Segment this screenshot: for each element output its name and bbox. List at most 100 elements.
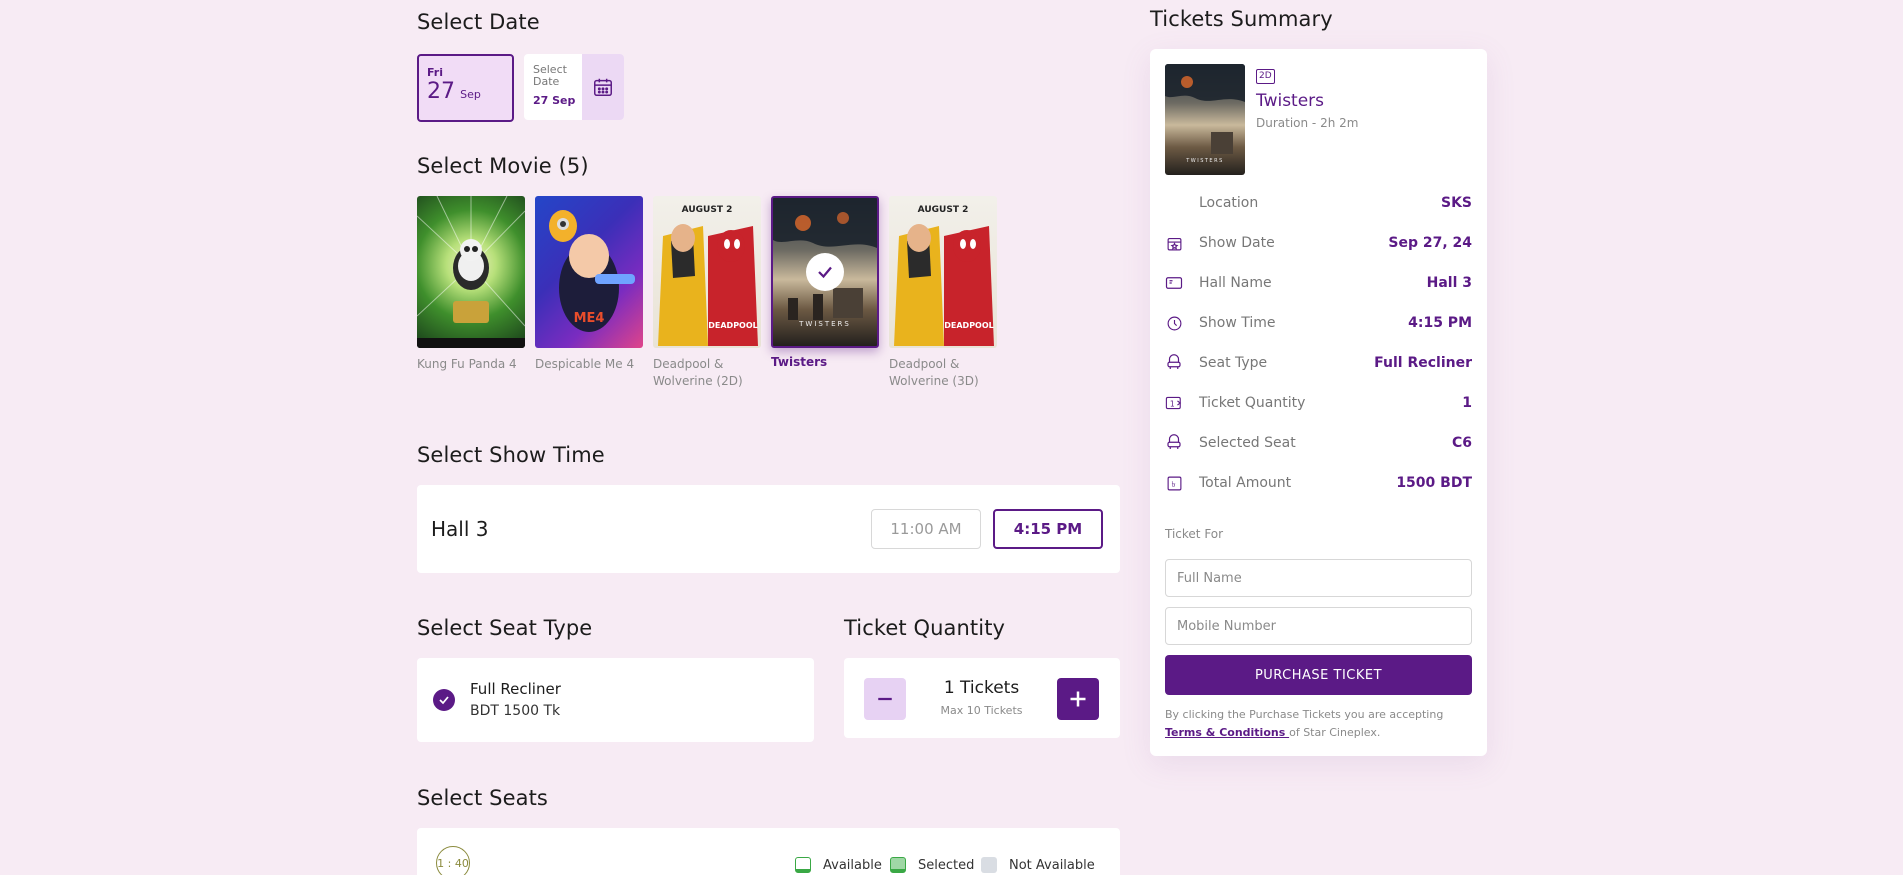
calendar-icon bbox=[1165, 234, 1183, 252]
minus-button[interactable] bbox=[864, 678, 906, 720]
movie-poster: AUGUST 2 DEADPOOL bbox=[889, 196, 997, 348]
unavailable-seat-icon bbox=[981, 857, 997, 873]
row-label: Show Date bbox=[1199, 235, 1275, 251]
movie-card-selected[interactable]: TWISTERS Twisters bbox=[771, 196, 879, 371]
clock-icon bbox=[1165, 314, 1183, 332]
seat-type-price: BDT 1500 Tk bbox=[470, 703, 561, 719]
movie-card[interactable]: ME4 Despicable Me 4 bbox=[535, 196, 643, 373]
available-seat-icon bbox=[795, 857, 811, 873]
date-card-selected[interactable]: Fri 27 Sep bbox=[417, 54, 514, 122]
hall-name: Hall 3 bbox=[431, 517, 489, 541]
terms-suffix: of Star Cineplex. bbox=[1289, 726, 1381, 739]
movie-name: Twisters bbox=[771, 355, 828, 369]
showtime-button-selected[interactable]: 4:15 PM bbox=[993, 509, 1103, 549]
row-label: Ticket Quantity bbox=[1199, 395, 1306, 411]
row-value: Sep 27, 24 bbox=[1388, 235, 1472, 251]
svg-text:AUGUST 2: AUGUST 2 bbox=[918, 205, 969, 215]
row-value: SKS bbox=[1440, 195, 1472, 211]
svg-text:AUGUST 2: AUGUST 2 bbox=[682, 205, 733, 215]
format-badge: 2D bbox=[1256, 69, 1275, 84]
showtime-button[interactable]: 11:00 AM bbox=[871, 509, 981, 549]
date-picker-value: 27 Sep bbox=[533, 94, 576, 107]
row-label: Location bbox=[1199, 195, 1259, 211]
date-picker-button[interactable]: Select Date 27 Sep bbox=[524, 54, 624, 120]
svg-text:TWISTERS: TWISTERS bbox=[798, 320, 851, 328]
movie-name: Deadpool & Wolverine (2D) bbox=[653, 357, 743, 388]
legend-not-available: Not Available bbox=[981, 857, 1095, 873]
summary-row-seat-type: Seat Type Full Recliner bbox=[1165, 353, 1472, 373]
selected-seat-icon bbox=[890, 857, 906, 873]
movie-card[interactable]: AUGUST 2 DEADPOOL Deadpool & Wolverine (… bbox=[653, 196, 761, 390]
svg-text:৳: ৳ bbox=[1171, 480, 1175, 489]
row-value: C6 bbox=[1451, 435, 1472, 451]
row-value: Hall 3 bbox=[1426, 275, 1472, 291]
tickets-summary-card: TWISTERS 2D Twisters Duration - 2h 2m Lo… bbox=[1150, 49, 1487, 756]
summary-row-selected-seat: Selected Seat C6 bbox=[1165, 433, 1472, 453]
svg-text:1: 1 bbox=[1170, 399, 1175, 408]
location-icon bbox=[1165, 194, 1183, 212]
select-showtime-title: Select Show Time bbox=[417, 443, 605, 467]
row-label: Show Time bbox=[1199, 315, 1276, 331]
full-name-field[interactable] bbox=[1165, 559, 1472, 597]
selected-check-icon bbox=[806, 253, 844, 291]
date-month: Sep bbox=[460, 88, 481, 101]
movie-card[interactable]: Kung Fu Panda 4 bbox=[417, 196, 525, 373]
seat-type-card[interactable]: Full Recliner BDT 1500 Tk bbox=[417, 658, 814, 742]
quantity-max: Max 10 Tickets bbox=[940, 704, 1023, 717]
seat-icon bbox=[1165, 354, 1183, 372]
terms-prefix: By clicking the Purchase Tickets you are… bbox=[1165, 708, 1444, 721]
movie-poster bbox=[417, 196, 525, 348]
svg-text:DEADPOOL: DEADPOOL bbox=[944, 321, 994, 330]
terms-text: By clicking the Purchase Tickets you are… bbox=[1165, 706, 1472, 742]
summary-row-location: Location SKS bbox=[1165, 193, 1472, 213]
legend-label: Selected bbox=[918, 857, 975, 873]
movie-name: Kung Fu Panda 4 bbox=[417, 357, 517, 371]
seat-icon bbox=[1165, 434, 1183, 452]
summary-duration: Duration - 2h 2m bbox=[1256, 116, 1359, 130]
legend-selected: Selected bbox=[890, 857, 974, 873]
date-dow: Fri bbox=[427, 66, 444, 79]
summary-row-show-date: Show Date Sep 27, 24 bbox=[1165, 233, 1472, 253]
row-label: Seat Type bbox=[1199, 355, 1268, 371]
row-value: 1 bbox=[1462, 395, 1472, 411]
select-seat-type-title: Select Seat Type bbox=[417, 616, 593, 640]
minus-icon bbox=[878, 697, 892, 701]
plus-button[interactable] bbox=[1057, 678, 1099, 720]
mobile-number-field[interactable] bbox=[1165, 607, 1472, 645]
svg-text:ME4: ME4 bbox=[574, 311, 605, 326]
showtime-panel: Hall 3 11:00 AM 4:15 PM bbox=[417, 485, 1120, 573]
movie-poster: AUGUST 2 DEADPOOL bbox=[653, 196, 761, 348]
date-picker-label: Select Date bbox=[533, 63, 567, 88]
calendar-icon[interactable] bbox=[582, 54, 624, 120]
terms-link[interactable]: Terms & Conditions bbox=[1165, 726, 1289, 739]
summary-row-show-time: Show Time 4:15 PM bbox=[1165, 313, 1472, 333]
summary-row-ticket-quantity: 1 Ticket Quantity 1 bbox=[1165, 393, 1472, 413]
quantity-value: 1 Tickets bbox=[943, 678, 1020, 698]
legend-available: Available bbox=[795, 857, 882, 873]
movie-card[interactable]: AUGUST 2 DEADPOOL Deadpool & Wolverine (… bbox=[889, 196, 997, 390]
row-label: Total Amount bbox=[1199, 475, 1292, 491]
movie-poster: TWISTERS bbox=[771, 196, 879, 348]
movie-name: Deadpool & Wolverine (3D) bbox=[889, 357, 979, 388]
select-date-title: Select Date bbox=[417, 10, 540, 34]
select-seats-title: Select Seats bbox=[417, 786, 548, 810]
summary-row-total-amount: ৳ Total Amount 1500 BDT bbox=[1165, 473, 1472, 493]
row-label: Selected Seat bbox=[1199, 435, 1296, 451]
ticket-for-label: Ticket For bbox=[1165, 527, 1224, 541]
svg-text:TWISTERS: TWISTERS bbox=[1185, 158, 1224, 164]
svg-text:DEADPOOL: DEADPOOL bbox=[708, 321, 758, 330]
summary-row-hall-name: Hall Name Hall 3 bbox=[1165, 273, 1472, 293]
row-value: 1500 BDT bbox=[1396, 475, 1472, 491]
seat-type-name: Full Recliner bbox=[470, 680, 561, 698]
taka-icon: ৳ bbox=[1165, 474, 1183, 492]
row-value: Full Recliner bbox=[1374, 355, 1472, 371]
check-circle-icon bbox=[433, 689, 455, 711]
summary-poster: TWISTERS bbox=[1165, 64, 1245, 175]
legend-label: Available bbox=[823, 857, 882, 873]
purchase-ticket-button[interactable]: PURCHASE TICKET bbox=[1165, 655, 1472, 695]
movie-poster: ME4 bbox=[535, 196, 643, 348]
date-day: 27 bbox=[427, 79, 455, 104]
ticket-quantity-title: Ticket Quantity bbox=[844, 616, 1006, 640]
quantity-icon: 1 bbox=[1165, 394, 1183, 412]
row-label: Hall Name bbox=[1199, 275, 1272, 291]
